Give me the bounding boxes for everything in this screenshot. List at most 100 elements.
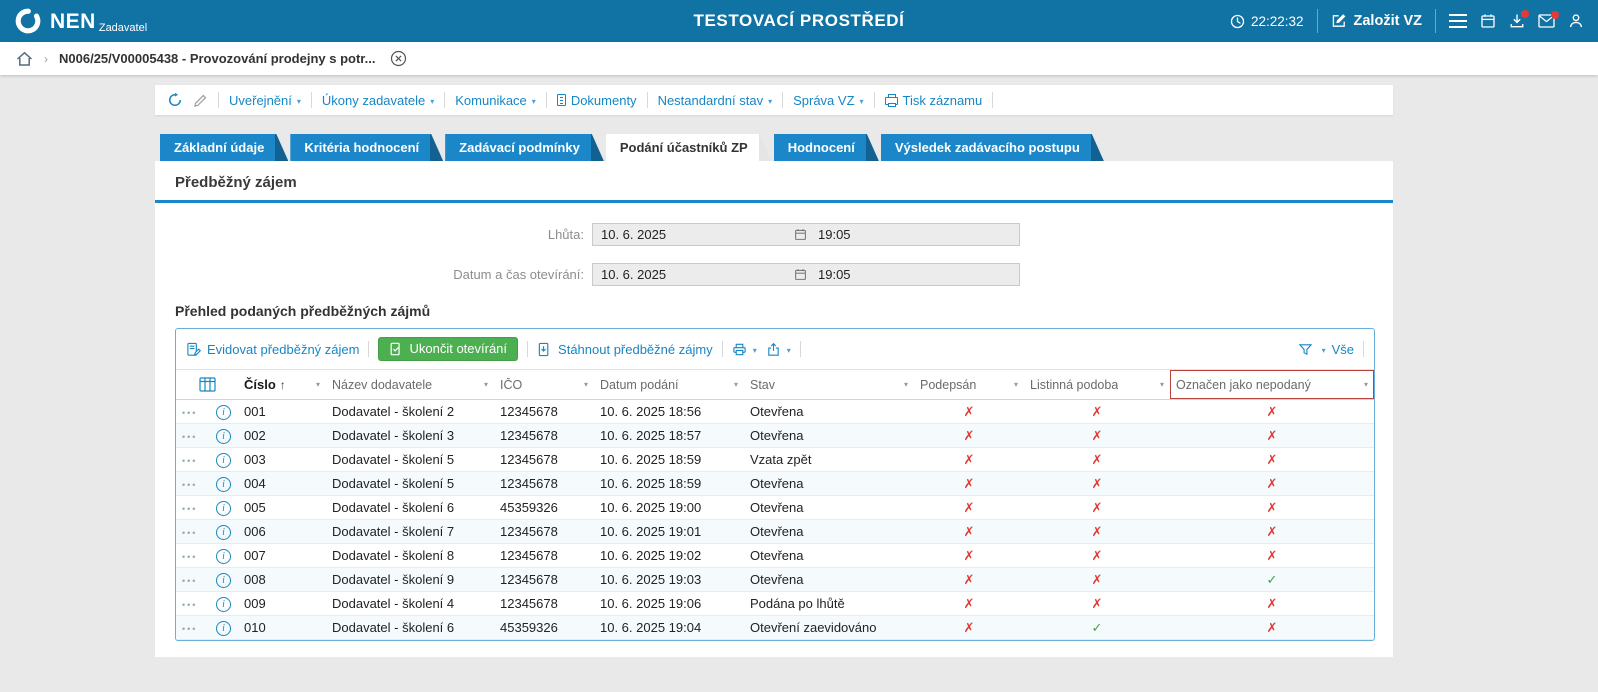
row-menu-icon[interactable]: •••: [182, 456, 197, 466]
table-row[interactable]: ••• i 005 Dodavatel - školení 6 45359326 10. …: [176, 495, 1374, 520]
history-button[interactable]: [167, 92, 183, 108]
oteviranie-time-value[interactable]: 19:05: [810, 267, 851, 282]
info-icon[interactable]: i: [216, 477, 231, 492]
table-row[interactable]: ••• i 001 Dodavatel - školení 2 12345678 10. …: [176, 399, 1374, 424]
filter-caret-icon[interactable]: ▾: [1160, 380, 1164, 389]
table-row[interactable]: ••• i 009 Dodavatel - školení 4 12345678 10. …: [176, 591, 1374, 616]
info-icon[interactable]: i: [216, 405, 231, 420]
oteviranie-field[interactable]: 10. 6. 2025 19:05: [592, 263, 1020, 286]
column-header-datum-podani[interactable]: Datum podání ▾: [594, 369, 744, 400]
table-row[interactable]: ••• i 004 Dodavatel - školení 5 12345678 10. …: [176, 471, 1374, 496]
tab-podani-ucastniku-zp[interactable]: Podání účastníků ZP: [606, 134, 772, 161]
tab-zakladni-udaje[interactable]: Základní údaje: [160, 134, 288, 161]
cell-datum: 10. 6. 2025 19:06: [594, 591, 744, 616]
row-menu-icon[interactable]: •••: [182, 408, 197, 418]
lhuta-date-value[interactable]: 10. 6. 2025: [593, 227, 791, 242]
filter-caret-icon[interactable]: ▾: [734, 380, 738, 389]
row-menu-icon[interactable]: •••: [182, 624, 197, 634]
table-row[interactable]: ••• i 010 Dodavatel - školení 6 45359326 10. …: [176, 615, 1374, 640]
info-icon[interactable]: i: [216, 525, 231, 540]
home-icon[interactable]: [16, 51, 33, 67]
create-vz-button[interactable]: Založit VZ: [1331, 13, 1422, 29]
ukoncit-oteviranie-button[interactable]: Ukončit otevírání: [378, 337, 519, 361]
row-menu-icon[interactable]: •••: [182, 504, 197, 514]
messages-button[interactable]: [1538, 11, 1559, 28]
edit-record-button[interactable]: [193, 93, 208, 108]
info-icon[interactable]: i: [216, 573, 231, 588]
menu-item-uverejneni[interactable]: Uveřejnění ▾: [229, 93, 301, 108]
row-menu-icon[interactable]: •••: [182, 576, 197, 586]
export-button[interactable]: ▾: [766, 342, 791, 357]
info-icon[interactable]: i: [216, 549, 231, 564]
menu-item-ukony-zadavatele[interactable]: Úkony zadavatele ▾: [322, 93, 434, 108]
calendar-button[interactable]: [1480, 13, 1496, 29]
profile-button[interactable]: [1568, 13, 1584, 29]
cross-icon: ✗: [963, 499, 975, 515]
filter-caret-icon[interactable]: ▾: [584, 380, 588, 389]
tab-kriteria-hodnoceni[interactable]: Kritéria hodnocení: [290, 134, 443, 161]
menu-item-sprava-vz[interactable]: Správa VZ ▾: [793, 93, 863, 108]
cell-listinna: ✓: [1024, 615, 1170, 640]
column-header-cislo[interactable]: Číslo ↑ ▾: [238, 369, 326, 400]
close-record-icon[interactable]: [390, 50, 407, 67]
info-icon[interactable]: i: [216, 429, 231, 444]
table-row[interactable]: ••• i 007 Dodavatel - školení 8 12345678 10. …: [176, 543, 1374, 568]
cell-cislo: 005: [238, 495, 326, 520]
filter-button[interactable]: [1298, 342, 1313, 357]
calendar-icon[interactable]: [794, 228, 807, 241]
column-label: Datum podání: [600, 377, 679, 392]
info-icon[interactable]: i: [216, 453, 231, 468]
filter-caret-icon[interactable]: ▾: [1364, 380, 1368, 389]
clock-time: 22:22:32: [1250, 13, 1304, 29]
menu-item-dokumenty[interactable]: Dokumenty: [556, 93, 637, 108]
stahnout-button[interactable]: Stáhnout předběžné zájmy: [537, 342, 713, 357]
print-button[interactable]: ▾: [732, 342, 757, 357]
evidovat-button[interactable]: Evidovat předběžný zájem: [186, 342, 359, 357]
column-header-nazev-dodavatele[interactable]: Název dodavatele ▾: [326, 369, 494, 400]
toolbar-separator: [368, 341, 370, 357]
view-selector-button[interactable]: ▾ Vše: [1322, 342, 1354, 357]
tab-hodnoceni[interactable]: Hodnocení: [774, 134, 879, 161]
cell-dodavatel: Dodavatel - školení 6: [326, 495, 494, 520]
row-menu-icon[interactable]: •••: [182, 600, 197, 610]
lhuta-field[interactable]: 10. 6. 2025 19:05: [592, 223, 1020, 246]
tab-vysledek-zadavaciho-postupu[interactable]: Výsledek zadávacího postupu: [881, 134, 1104, 161]
column-header-oznacen-jako-nepodany[interactable]: Označen jako nepodaný ▾: [1170, 369, 1374, 400]
menu-item-tisk-zaznamu[interactable]: Tisk záznamu: [884, 93, 982, 108]
calendar-icon[interactable]: [794, 268, 807, 281]
table-row[interactable]: ••• i 006 Dodavatel - školení 7 12345678 10. …: [176, 519, 1374, 544]
filter-caret-icon[interactable]: ▾: [1014, 380, 1018, 389]
column-header-listinna-podoba[interactable]: Listinná podoba ▾: [1024, 369, 1170, 400]
filter-caret-icon[interactable]: ▾: [316, 380, 320, 389]
main-menu-button[interactable]: [1449, 14, 1467, 28]
cross-icon: ✗: [1266, 547, 1278, 563]
filter-caret-icon[interactable]: ▾: [484, 380, 488, 389]
table-row[interactable]: ••• i 003 Dodavatel - školení 5 12345678 10. …: [176, 447, 1374, 472]
filter-caret-icon[interactable]: ▾: [904, 380, 908, 389]
cell-cislo: 007: [238, 543, 326, 568]
lhuta-time-value[interactable]: 19:05: [810, 227, 851, 242]
row-menu-icon[interactable]: •••: [182, 528, 197, 538]
info-icon[interactable]: i: [216, 501, 231, 516]
column-header-ico[interactable]: IČO ▾: [494, 369, 594, 400]
info-icon[interactable]: i: [216, 621, 231, 636]
nen-logo-icon: [14, 7, 42, 35]
oteviranie-date-value[interactable]: 10. 6. 2025: [593, 267, 791, 282]
menu-item-nestandardni-stav[interactable]: Nestandardní stav ▾: [658, 93, 773, 108]
menu-item-komunikace[interactable]: Komunikace ▾: [455, 93, 536, 108]
breadcrumb-record-label[interactable]: N006/25/V00005438 - Provozování prodejny…: [59, 51, 375, 66]
column-header-stav[interactable]: Stav ▾: [744, 369, 914, 400]
column-chooser-button[interactable]: [176, 369, 238, 400]
tab-zadavaci-podminky[interactable]: Zadávací podmínky: [445, 134, 604, 161]
table-row[interactable]: ••• i 002 Dodavatel - školení 3 12345678 10. …: [176, 423, 1374, 448]
info-icon[interactable]: i: [216, 597, 231, 612]
downloads-button[interactable]: [1509, 10, 1529, 29]
row-menu-icon[interactable]: •••: [182, 552, 197, 562]
column-header-podepsan[interactable]: Podepsán ▾: [914, 369, 1024, 400]
table-row[interactable]: ••• i 008 Dodavatel - školení 9 12345678 10. …: [176, 567, 1374, 592]
row-menu-icon[interactable]: •••: [182, 432, 197, 442]
funnel-icon: [1298, 342, 1313, 357]
nen-home-link[interactable]: NEN Zadavatel: [14, 7, 147, 35]
cell-ico: 12345678: [494, 399, 594, 424]
row-menu-icon[interactable]: •••: [182, 480, 197, 490]
